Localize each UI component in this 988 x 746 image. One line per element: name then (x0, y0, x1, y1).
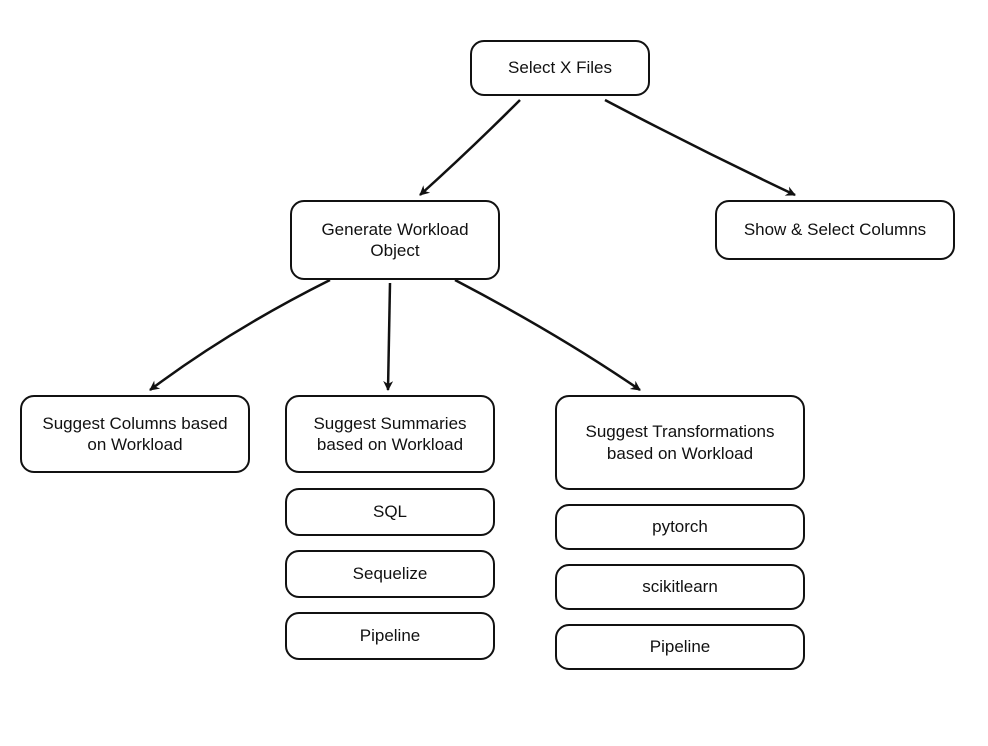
node-summaries-item: Pipeline (285, 612, 495, 660)
node-suggest-columns: Suggest Columns based on Workload (20, 395, 250, 473)
node-transformations-item: Pipeline (555, 624, 805, 670)
node-label: Pipeline (360, 625, 421, 646)
node-suggest-transformations: Suggest Transformations based on Workloa… (555, 395, 805, 490)
node-label: Generate Workload Object (306, 219, 484, 262)
node-generate-workload-object: Generate Workload Object (290, 200, 500, 280)
node-suggest-summaries: Suggest Summaries based on Workload (285, 395, 495, 473)
node-label: Show & Select Columns (744, 219, 926, 240)
node-label: scikitlearn (642, 576, 718, 597)
diagram-canvas: Select X Files Generate Workload Object … (0, 0, 988, 746)
node-show-select-columns: Show & Select Columns (715, 200, 955, 260)
node-select-x-files: Select X Files (470, 40, 650, 96)
node-summaries-item: Sequelize (285, 550, 495, 598)
node-summaries-item: SQL (285, 488, 495, 536)
node-label: Select X Files (508, 57, 612, 78)
node-label: Sequelize (353, 563, 428, 584)
node-label: Suggest Transformations based on Workloa… (571, 421, 789, 464)
node-label: Pipeline (650, 636, 711, 657)
node-label: pytorch (652, 516, 708, 537)
node-transformations-item: pytorch (555, 504, 805, 550)
node-transformations-item: scikitlearn (555, 564, 805, 610)
node-label: Suggest Columns based on Workload (36, 413, 234, 456)
node-label: SQL (373, 501, 407, 522)
node-label: Suggest Summaries based on Workload (301, 413, 479, 456)
